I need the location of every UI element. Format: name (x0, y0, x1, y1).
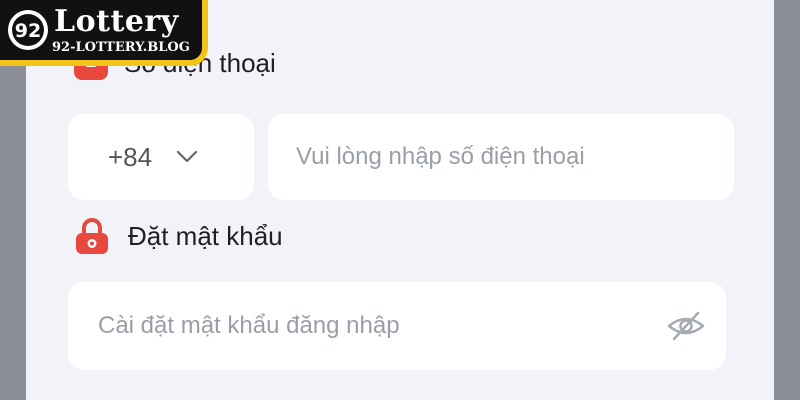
lock-icon (76, 218, 108, 254)
country-code-select[interactable]: +84 (68, 114, 254, 200)
password-input[interactable] (96, 311, 666, 341)
password-label: Đặt mật khẩu (128, 220, 283, 251)
logo-name: Lottery (54, 4, 179, 39)
phone-input[interactable] (294, 142, 734, 172)
password-input-box[interactable] (68, 282, 726, 370)
logo-mark-text: 92 (15, 20, 41, 42)
eye-off-icon[interactable] (666, 310, 706, 342)
country-code-value: +84 (108, 141, 153, 172)
logo-mark: 92 (8, 10, 48, 50)
phone-input-box[interactable] (268, 114, 734, 200)
logo-domain: 92-LOTTERY.BLOG (52, 40, 190, 55)
chevron-down-icon (177, 150, 198, 163)
password-label-row: Đặt mật khẩu (72, 216, 283, 256)
site-logo: 92 Lottery 92-LOTTERY.BLOG (0, 0, 208, 66)
